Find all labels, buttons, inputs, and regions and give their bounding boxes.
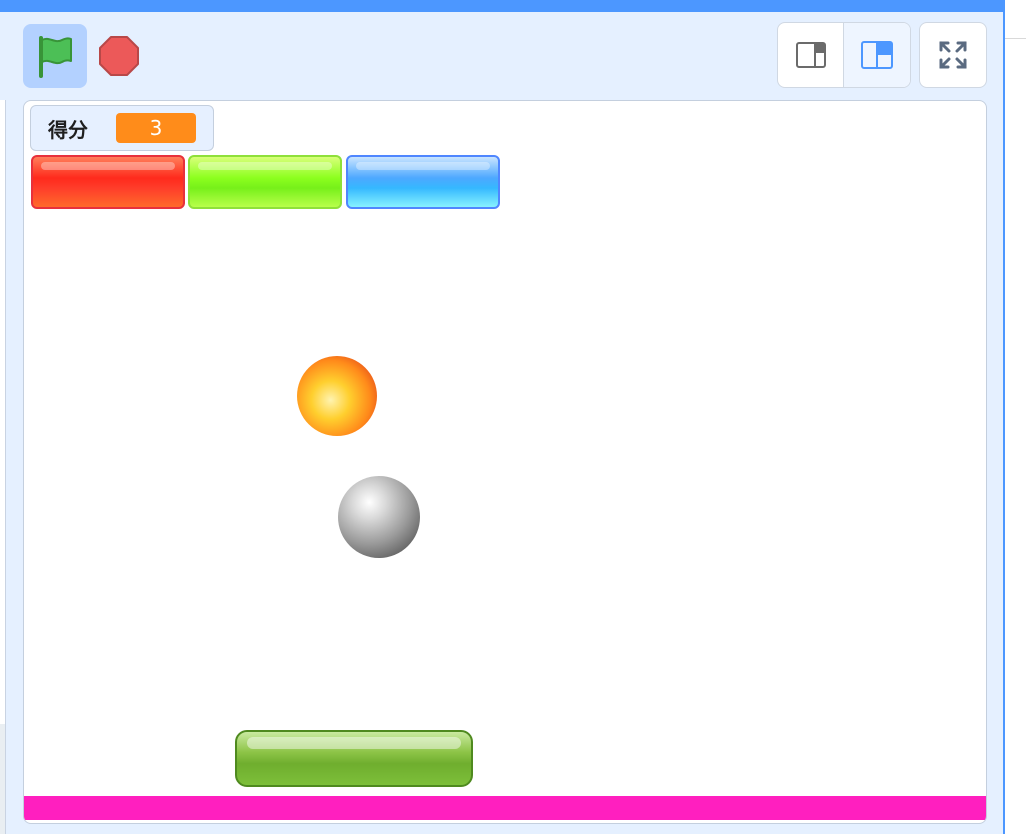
fullscreen-icon — [939, 41, 967, 69]
stage[interactable]: 得分 3 — [23, 100, 987, 824]
top-accent-bar — [0, 0, 1004, 12]
score-monitor: 得分 3 — [30, 105, 214, 151]
green-flag-icon — [39, 36, 72, 78]
small-stage-icon — [795, 42, 826, 68]
fireball-sprite — [297, 356, 377, 436]
score-label: 得分 — [48, 117, 88, 142]
score-value: 3 — [116, 113, 196, 143]
stage-layout-toggle — [777, 22, 911, 88]
green-brick — [188, 155, 342, 209]
normal-stage-button[interactable] — [844, 23, 910, 87]
normal-stage-icon — [861, 41, 893, 69]
right-panel-divider — [1005, 38, 1026, 39]
green-flag-button[interactable] — [23, 24, 87, 88]
left-panel-bottom — [0, 724, 5, 834]
red-brick — [31, 155, 185, 209]
stop-sign-icon — [99, 36, 139, 76]
blue-brick — [346, 155, 500, 209]
stop-button[interactable] — [95, 32, 143, 80]
paddle-sprite — [235, 730, 473, 787]
left-panel-edge — [0, 100, 6, 834]
small-stage-button[interactable] — [778, 23, 844, 87]
ball-sprite — [338, 476, 420, 558]
right-panel — [1005, 0, 1026, 834]
floor-line — [24, 796, 986, 820]
fullscreen-button[interactable] — [919, 22, 987, 88]
